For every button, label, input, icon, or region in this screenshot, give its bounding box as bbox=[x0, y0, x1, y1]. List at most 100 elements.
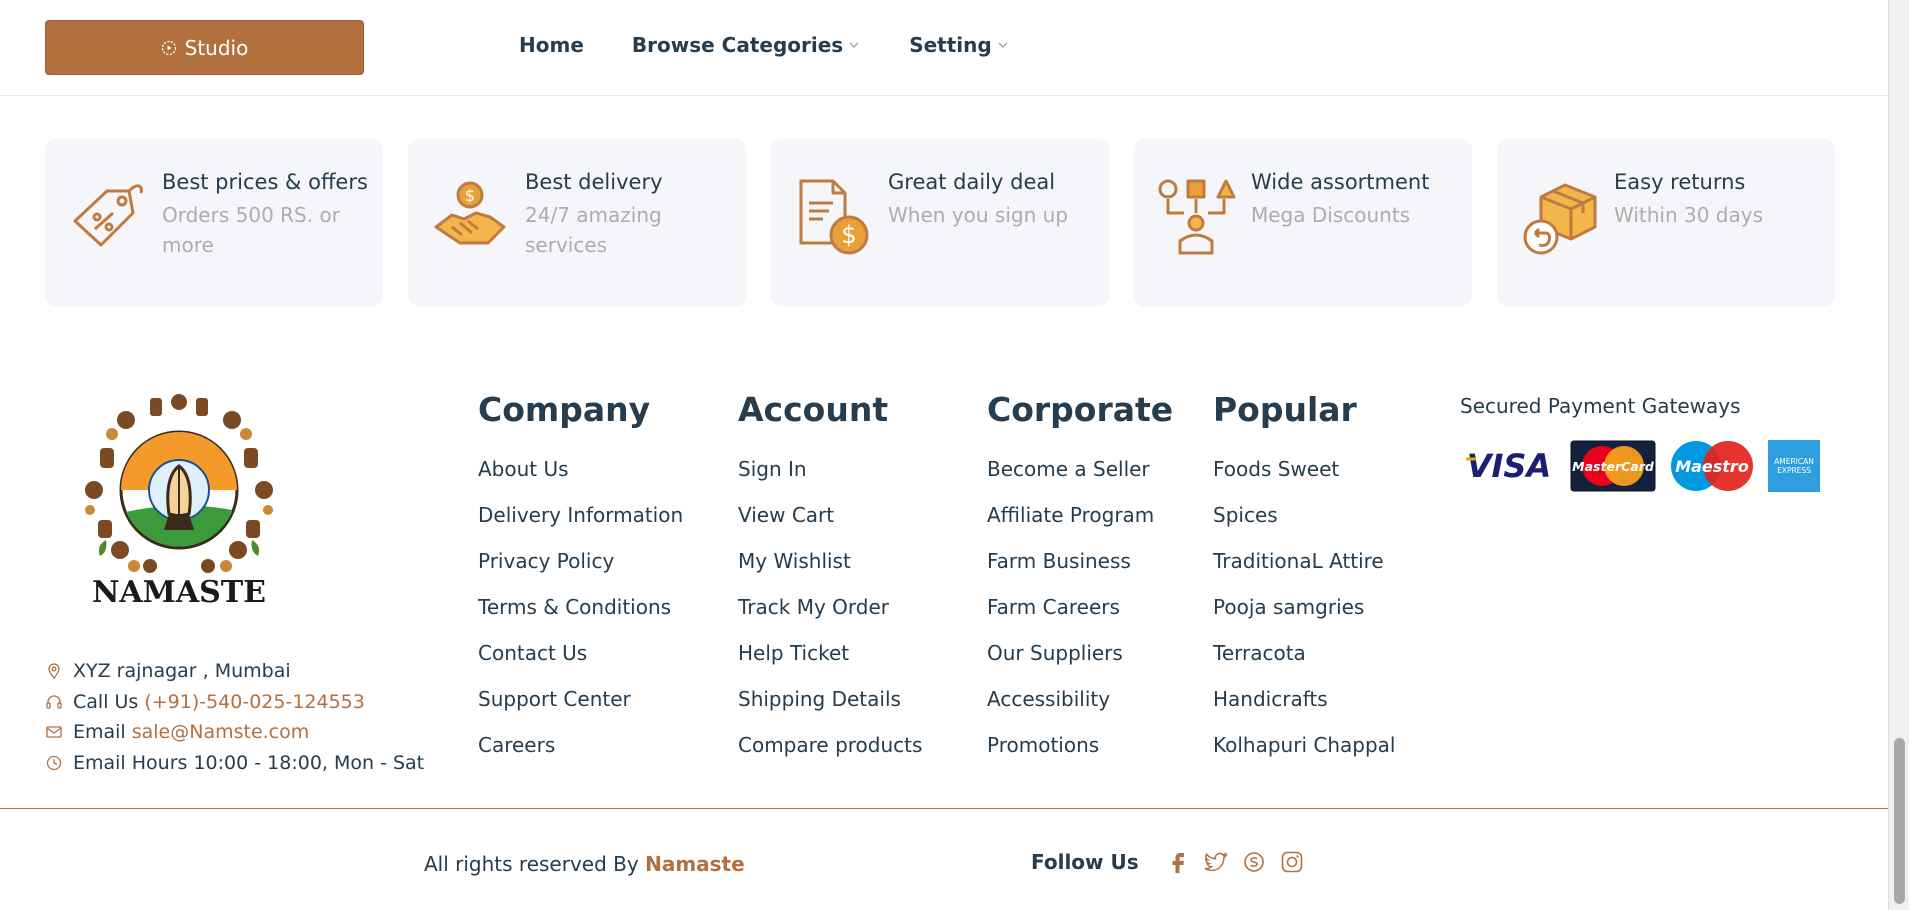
footer-link[interactable]: About Us bbox=[478, 446, 683, 492]
footer-link[interactable]: Compare products bbox=[738, 722, 922, 768]
payment-title: Secured Payment Gateways bbox=[1460, 394, 1741, 418]
footer-link[interactable]: Farm Business bbox=[987, 538, 1173, 584]
feature-card-assortment: Wide assortment Mega Discounts bbox=[1134, 139, 1472, 306]
nav-browse-categories[interactable]: Browse Categories bbox=[632, 33, 861, 57]
studio-button[interactable]: Studio bbox=[45, 20, 364, 75]
phone-link[interactable]: (+91)-540-025-124553 bbox=[144, 687, 365, 718]
footer-link[interactable]: Promotions bbox=[987, 722, 1173, 768]
feature-title: Wide assortment bbox=[1251, 170, 1430, 194]
nav-browse-categories-label: Browse Categories bbox=[631, 33, 844, 57]
contact-hours: Email Hours 10:00 - 18:00, Mon - Sat bbox=[45, 748, 424, 779]
feature-card-delivery: $ Best delivery 24/7 amazing services bbox=[408, 139, 746, 306]
twitter-icon[interactable] bbox=[1203, 849, 1229, 875]
feature-title: Great daily deal bbox=[888, 170, 1056, 194]
svg-text:VISA: VISA bbox=[1467, 447, 1551, 485]
footer-link[interactable]: Our Suppliers bbox=[987, 630, 1173, 676]
feature-subtitle: Mega Discounts bbox=[1251, 203, 1411, 227]
visa-logo: VISA bbox=[1460, 441, 1558, 491]
footer-link[interactable]: Terracota bbox=[1213, 630, 1395, 676]
feature-title: Best prices & offers bbox=[162, 170, 368, 194]
logo-wordmark: NAMASTE bbox=[92, 575, 266, 610]
column-title: Corporate bbox=[987, 390, 1174, 429]
facebook-icon[interactable] bbox=[1165, 849, 1191, 875]
follow-label: Follow Us bbox=[1031, 850, 1139, 874]
price-tag-icon bbox=[73, 184, 143, 247]
footer-link[interactable]: Foods Sweet bbox=[1213, 446, 1395, 492]
assortment-person-icon bbox=[1158, 179, 1236, 255]
footer-link[interactable]: View Cart bbox=[738, 492, 922, 538]
envelope-icon bbox=[46, 726, 62, 738]
maestro-logo: Maestro bbox=[1671, 441, 1753, 491]
feature-cards: Best prices & offers Orders 500 RS. or m… bbox=[45, 139, 1835, 306]
headset-icon bbox=[46, 695, 62, 709]
svg-text:Maestro: Maestro bbox=[1675, 457, 1749, 476]
nav-home-label: Home bbox=[519, 33, 584, 57]
footer-divider bbox=[0, 808, 1888, 809]
footer-link[interactable]: Farm Careers bbox=[987, 584, 1173, 630]
chevron-down-icon bbox=[998, 42, 1008, 48]
footer-column-corporate: Corporate Become a Seller Affiliate Prog… bbox=[987, 388, 1173, 768]
footer-link[interactable]: Track My Order bbox=[738, 584, 922, 630]
footer-column-company: Company About Us Delivery Information Pr… bbox=[478, 388, 683, 768]
footer-link[interactable]: Careers bbox=[478, 722, 683, 768]
footer-link[interactable]: Sign In bbox=[738, 446, 922, 492]
address-text: XYZ rajnagar , Mumbai bbox=[73, 660, 291, 682]
clock-icon bbox=[46, 755, 62, 770]
footer-link[interactable]: Privacy Policy bbox=[478, 538, 683, 584]
footer-link[interactable]: My Wishlist bbox=[738, 538, 922, 584]
mastercard-logo: MasterCard bbox=[1570, 440, 1656, 492]
feature-subtitle: 24/7 amazing services bbox=[525, 203, 662, 257]
follow-us: Follow Us bbox=[1031, 849, 1305, 875]
hours-text: Email Hours 10:00 - 18:00, Mon - Sat bbox=[73, 751, 425, 774]
chevron-down-icon bbox=[849, 42, 859, 48]
footer-link[interactable]: Accessibility bbox=[987, 676, 1173, 722]
footer-link[interactable]: Contact Us bbox=[478, 630, 683, 676]
column-title: Account bbox=[738, 390, 889, 429]
footer-link[interactable]: Shipping Details bbox=[738, 676, 922, 722]
nav-setting-label: Setting bbox=[909, 33, 992, 57]
footer-link[interactable]: Support Center bbox=[478, 676, 683, 722]
footer-column-popular: Popular Foods Sweet Spices TraditionaL A… bbox=[1213, 388, 1395, 768]
main-nav: Home Browse Categories Setting bbox=[519, 33, 1010, 57]
instagram-icon[interactable] bbox=[1279, 849, 1305, 875]
page-scrollbar[interactable] bbox=[1888, 0, 1909, 910]
contact-address: XYZ rajnagar , Mumbai bbox=[45, 656, 424, 687]
copyright: All rights reserved By Namaste bbox=[424, 852, 745, 876]
footer-link[interactable]: Help Ticket bbox=[738, 630, 922, 676]
brand-link[interactable]: Namaste bbox=[645, 852, 745, 876]
contact-info: XYZ rajnagar , Mumbai Call Us (+91)-540-… bbox=[45, 656, 424, 778]
feature-card-daily-deal: $ Great daily deal When you sign up bbox=[771, 139, 1109, 306]
feature-title: Easy returns bbox=[1614, 170, 1746, 194]
contact-email: Email sale@Namste.com bbox=[45, 717, 424, 748]
namaste-logo: NAMASTE bbox=[85, 394, 273, 610]
return-box-icon bbox=[1523, 183, 1597, 255]
email-link[interactable]: sale@Namste.com bbox=[132, 717, 310, 748]
footer-link[interactable]: Spices bbox=[1213, 492, 1395, 538]
svg-text:AMERICAN: AMERICAN bbox=[1774, 457, 1814, 466]
footer-link[interactable]: Kolhapuri Chappal bbox=[1213, 722, 1395, 768]
feature-card-returns: Easy returns Within 30 days bbox=[1497, 139, 1835, 306]
scrollbar-thumb[interactable] bbox=[1894, 738, 1905, 904]
amex-logo: AMERICAN EXPRESS bbox=[1768, 440, 1820, 492]
footer-link[interactable]: TraditionaL Attire bbox=[1213, 538, 1395, 584]
rights-text: All rights reserved By bbox=[424, 852, 639, 876]
footer-column-account: Account Sign In View Cart My Wishlist Tr… bbox=[738, 388, 922, 768]
skype-icon[interactable] bbox=[1241, 849, 1267, 875]
footer-link[interactable]: Pooja samgries bbox=[1213, 584, 1395, 630]
site-header: Studio Home Browse Categories Setting bbox=[0, 0, 1888, 96]
nav-setting[interactable]: Setting bbox=[909, 33, 1010, 57]
document-dollar-icon: $ bbox=[799, 179, 869, 255]
call-label: Call Us bbox=[73, 690, 139, 713]
email-label: Email bbox=[73, 721, 126, 743]
payment-gateways: Secured Payment Gateways VISA MasterCard… bbox=[1460, 394, 1820, 492]
feature-subtitle: When you sign up bbox=[888, 203, 1068, 227]
location-pin-icon bbox=[48, 663, 60, 680]
footer-link[interactable]: Affiliate Program bbox=[987, 492, 1173, 538]
feature-subtitle: Orders 500 RS. or more bbox=[162, 203, 340, 257]
footer-link[interactable]: Delivery Information bbox=[478, 492, 683, 538]
footer-link[interactable]: Handicrafts bbox=[1213, 676, 1395, 722]
footer-link[interactable]: Become a Seller bbox=[987, 446, 1173, 492]
column-title: Company bbox=[478, 390, 651, 429]
nav-home[interactable]: Home bbox=[519, 33, 584, 57]
footer-link[interactable]: Terms & Conditions bbox=[478, 584, 683, 630]
